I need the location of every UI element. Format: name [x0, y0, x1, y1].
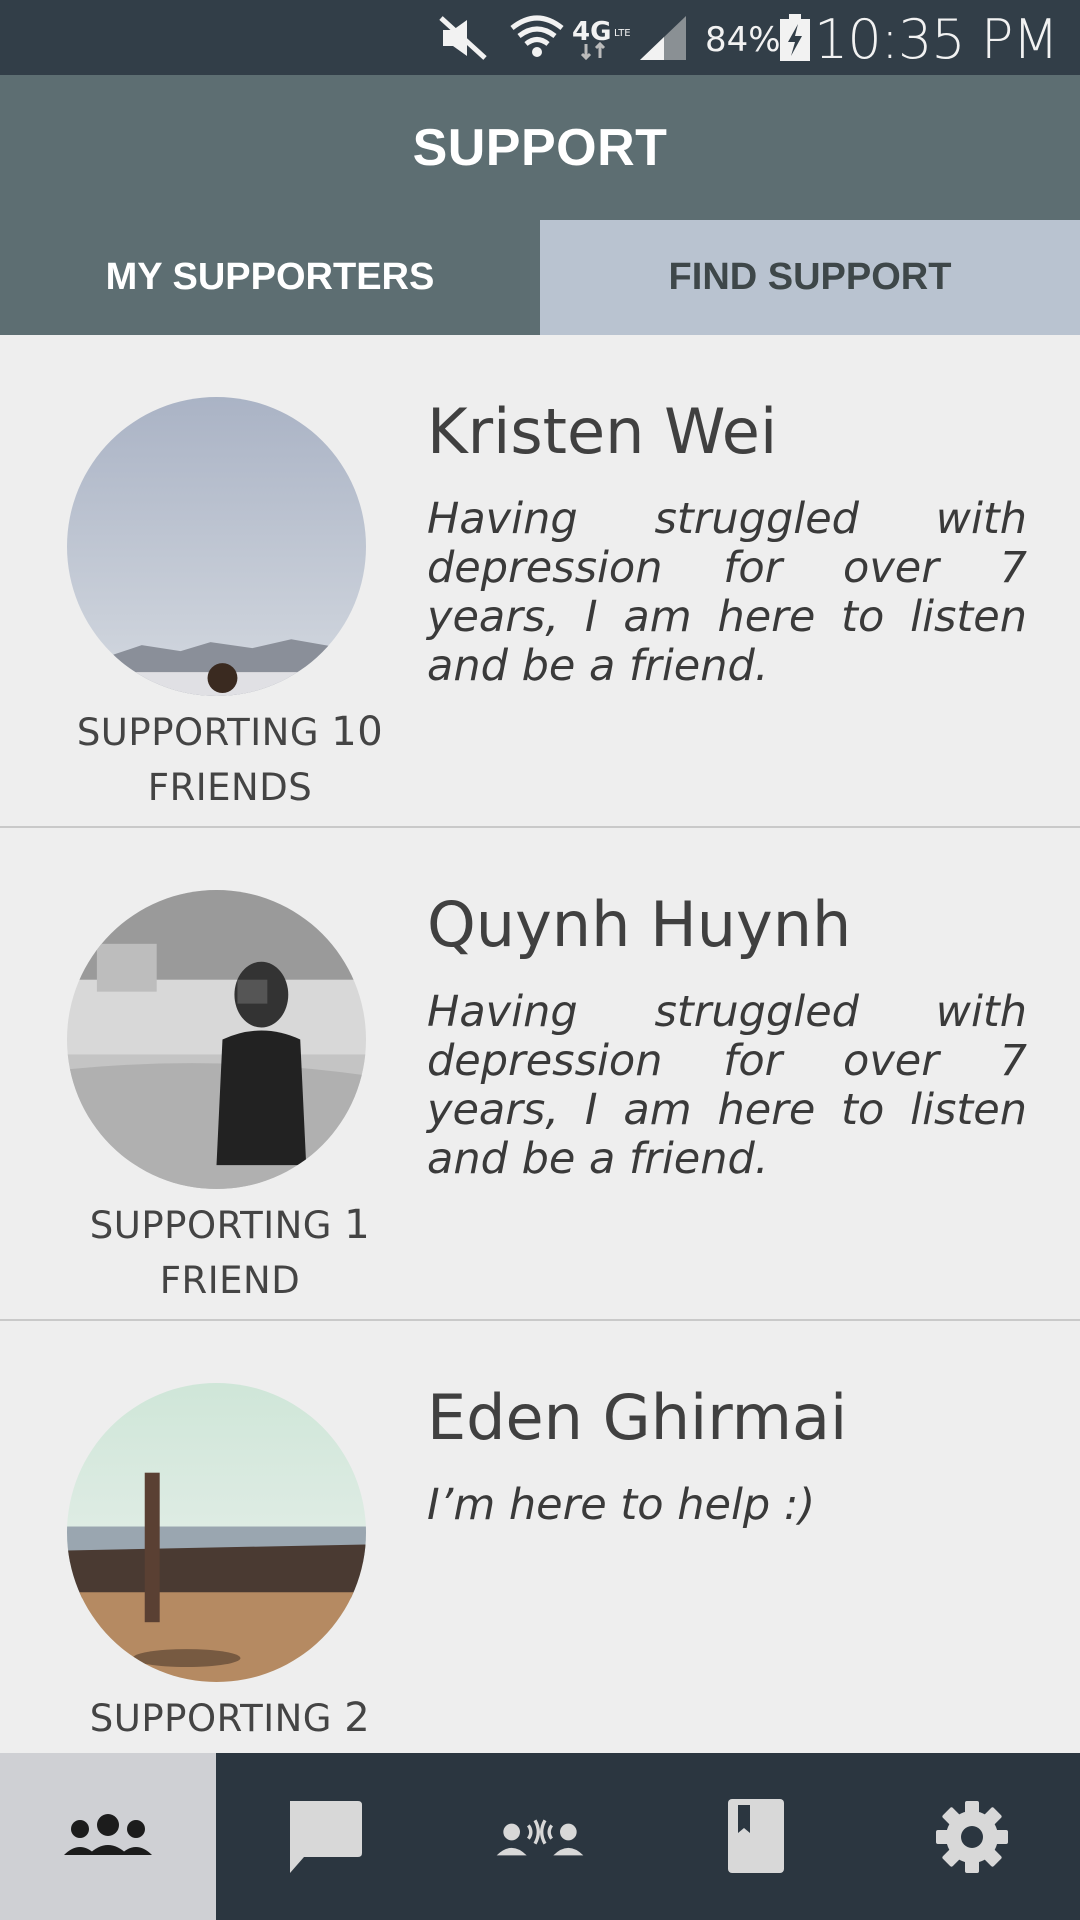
bottom-nav [0, 1753, 1080, 1920]
nav-talk[interactable] [432, 1753, 648, 1920]
gear-icon [936, 1800, 1008, 1873]
avatar[interactable] [67, 890, 366, 1189]
book-icon [728, 1798, 784, 1873]
supporter-bio: Having struggled with depression for ove… [427, 987, 1027, 1184]
battery-charging-icon [780, 14, 810, 61]
tab-find-support[interactable]: FIND SUPPORT [540, 220, 1080, 335]
talk-icon [496, 1819, 584, 1855]
svg-text:4G: 4G [572, 17, 611, 47]
svg-text:LTE: LTE [614, 28, 631, 39]
group-icon [64, 1813, 152, 1855]
supporter-bio: I’m here to help :) [427, 1480, 816, 1530]
supporter-card[interactable]: SUPPORTING 2 Eden Ghirmai I’m here to he… [0, 1321, 1080, 1753]
supporter-name: Kristen Wei [427, 395, 778, 468]
supporter-name: Eden Ghirmai [427, 1381, 848, 1454]
avatar[interactable] [67, 1383, 366, 1682]
nav-journal[interactable] [648, 1753, 864, 1920]
supporter-name: Quynh Huynh [427, 888, 852, 961]
mute-icon [439, 16, 487, 60]
battery-percent: 84% [705, 20, 781, 60]
tab-my-supporters[interactable]: MY SUPPORTERS [0, 220, 540, 335]
app-header: SUPPORT [0, 75, 1080, 220]
supporting-count-label: SUPPORTING 1 FRIEND [89, 1202, 371, 1302]
status-bar: 4G LTE 84% 10:35 PM [0, 0, 1080, 75]
page-title: SUPPORT [412, 118, 668, 177]
supporter-list: SUPPORTING 10 FRIENDS Kristen Wei Having… [0, 335, 1080, 1753]
supporter-card[interactable]: SUPPORTING 1 FRIEND Quynh Huynh Having s… [0, 828, 1080, 1321]
signal-icon [640, 16, 686, 60]
supporter-card[interactable]: SUPPORTING 10 FRIENDS Kristen Wei Having… [0, 335, 1080, 828]
wifi-icon [510, 15, 564, 57]
nav-chat[interactable] [216, 1753, 432, 1920]
chat-icon [290, 1800, 362, 1873]
supporting-count-label: SUPPORTING 2 [89, 1695, 371, 1741]
avatar[interactable] [67, 397, 366, 696]
supporting-count-label: SUPPORTING 10 FRIENDS [76, 709, 384, 809]
supporter-bio: Having struggled with depression for ove… [427, 494, 1027, 691]
clock-time: 10:35 PM [814, 8, 1059, 71]
nav-settings[interactable] [864, 1753, 1080, 1920]
tab-bar: MY SUPPORTERS FIND SUPPORT [0, 220, 1080, 335]
4g-lte-icon: 4G LTE [572, 17, 631, 61]
nav-supporters[interactable] [0, 1753, 216, 1920]
